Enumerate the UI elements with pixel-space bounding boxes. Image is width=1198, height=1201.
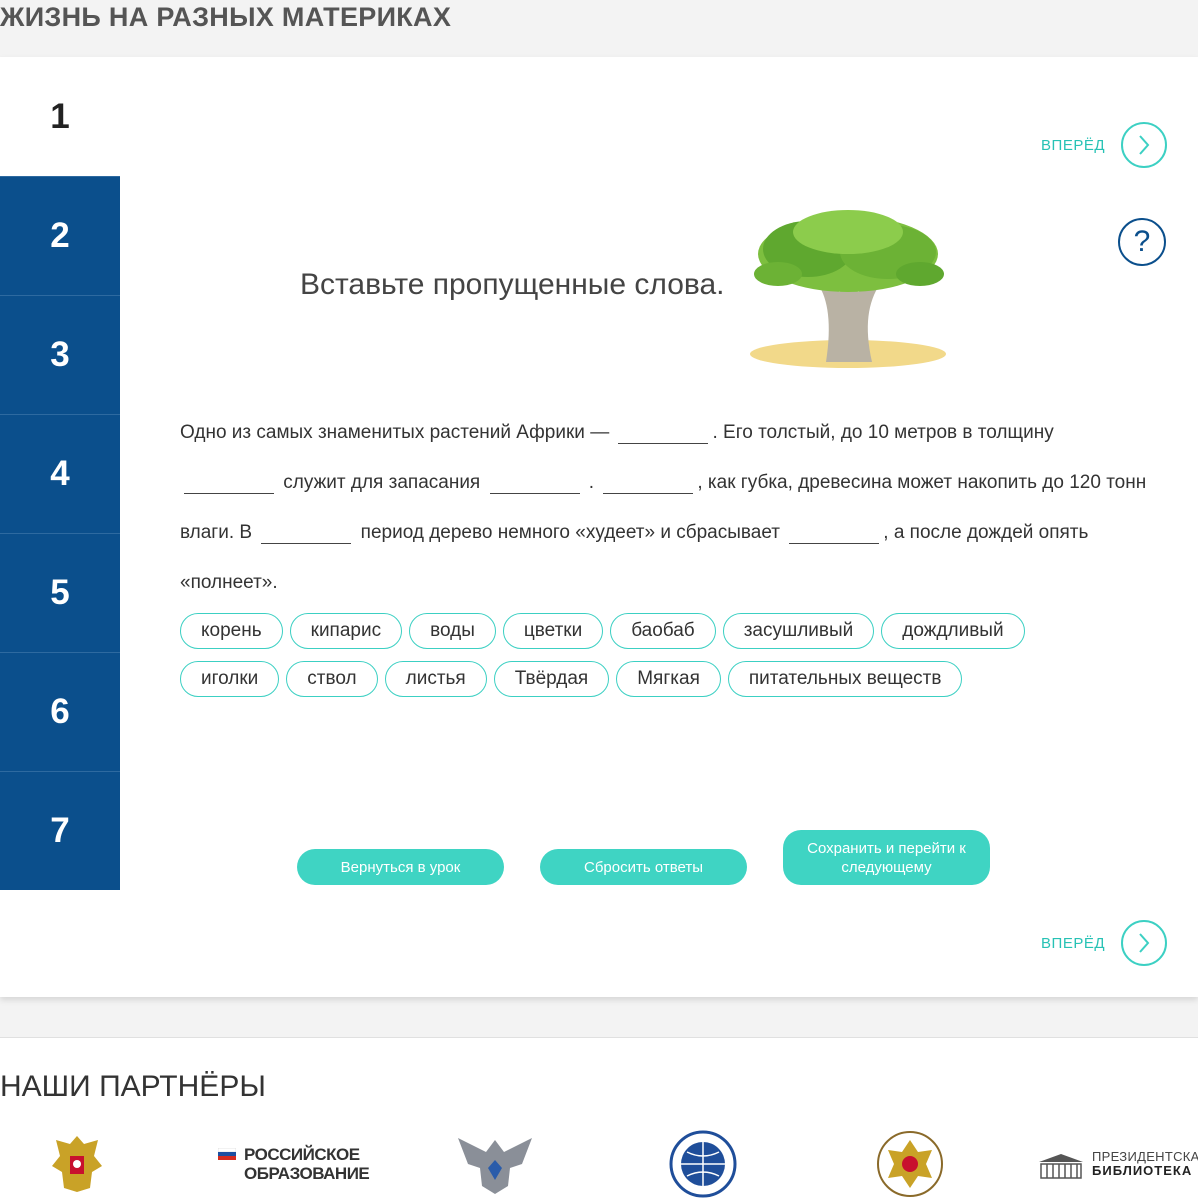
text-segment: служит для запасания <box>283 472 481 493</box>
step-1[interactable]: 1 <box>0 57 120 176</box>
baobab-tree-image <box>750 210 946 368</box>
word-chip[interactable]: дождливый <box>881 613 1025 649</box>
word-chip[interactable]: воды <box>409 613 496 649</box>
text-segment: Одно из самых знаменитых растений Африки… <box>180 422 610 443</box>
step-sidebar: 1 2 3 4 5 6 7 <box>0 57 120 890</box>
step-2[interactable]: 2 <box>0 176 120 295</box>
next-label: ВПЕРЁД <box>1041 136 1105 154</box>
next-link-bottom[interactable]: ВПЕРЁД <box>1041 920 1167 966</box>
text-segment: . <box>588 472 595 493</box>
back-to-lesson-button[interactable]: Вернуться в урок <box>297 849 504 885</box>
presidential-library-line-2: БИБЛИОТЕКА <box>1092 1163 1193 1178</box>
word-chip[interactable]: цветки <box>502 613 604 649</box>
word-chip[interactable]: кипарис <box>289 613 403 649</box>
save-and-next-button[interactable]: Сохранить и перейти к следующему <box>783 830 990 885</box>
answer-blank-5[interactable] <box>261 521 352 544</box>
geographic-society-logo[interactable] <box>665 1130 741 1198</box>
word-chip[interactable]: иголки <box>180 661 280 697</box>
word-chip[interactable]: засушливый <box>722 613 875 649</box>
word-chip[interactable]: листья <box>384 661 487 697</box>
russia-coat-of-arms-logo[interactable] <box>48 1132 106 1194</box>
word-chip[interactable]: ствол <box>286 661 378 697</box>
answer-blank-1[interactable] <box>618 421 709 444</box>
answer-blank-6[interactable] <box>789 521 880 544</box>
word-chip[interactable]: Твёрдая <box>493 661 610 697</box>
text-segment: , как губка, древесина может накопить до… <box>697 472 1147 493</box>
military-historical-society-logo[interactable] <box>872 1130 948 1198</box>
step-6[interactable]: 6 <box>0 652 120 771</box>
reset-answers-button[interactable]: Сбросить ответы <box>540 849 747 885</box>
step-5[interactable]: 5 <box>0 533 120 652</box>
word-chip[interactable]: баобаб <box>610 613 716 649</box>
text-segment: влаги. В <box>180 522 253 543</box>
chevron-right-icon[interactable] <box>1121 122 1167 168</box>
answer-blank-4[interactable] <box>603 471 694 494</box>
exercise-text: Одно из самых знаменитых растений Африки… <box>180 408 1170 608</box>
step-3[interactable]: 3 <box>0 295 120 414</box>
partners-title: НАШИ ПАРТНЁРЫ <box>0 1070 266 1103</box>
presidential-library-logo[interactable]: ПРЕЗИДЕНТСКАЯ БИБЛИОТЕКА <box>1037 1149 1198 1179</box>
russian-education-logo[interactable]: РОССИЙСКОЕ ОБРАЗОВАНИЕ <box>218 1145 370 1183</box>
chevron-right-icon[interactable] <box>1121 920 1167 966</box>
help-icon[interactable]: ? <box>1118 218 1166 266</box>
text-segment: , а после дождей опять <box>883 522 1089 543</box>
next-label: ВПЕРЁД <box>1041 934 1105 952</box>
word-chip[interactable]: Мягкая <box>616 661 721 697</box>
word-bank: корень кипарис воды цветки баобаб засушливый д… <box>180 613 1140 709</box>
text-segment: период дерево немного «худеет» и сбрасыв… <box>360 522 780 543</box>
russian-education-line-1: РОССИЙСКОЕ <box>244 1145 360 1164</box>
russian-flag-icon <box>218 1148 236 1160</box>
text-segment: . Его толстый, до 10 метров в толщину <box>712 422 1054 443</box>
answer-blank-3[interactable] <box>489 471 580 494</box>
word-chip[interactable]: корень <box>180 613 283 649</box>
task-title: Вставьте пропущенные слова. <box>300 268 725 301</box>
page-title: ЖИЗНЬ НА РАЗНЫХ МАТЕРИКАХ <box>0 2 452 32</box>
step-7[interactable]: 7 <box>0 771 120 890</box>
ministry-eagle-logo[interactable] <box>452 1134 538 1196</box>
text-segment: «полнеет». <box>180 572 278 593</box>
partners-section <box>0 1037 1198 1201</box>
word-chip[interactable]: питательных веществ <box>727 661 963 697</box>
answer-blank-2[interactable] <box>184 471 274 494</box>
next-link-top[interactable]: ВПЕРЁД <box>1041 122 1167 168</box>
library-building-icon <box>1039 1154 1083 1179</box>
russian-education-line-2: ОБРАЗОВАНИЕ <box>244 1164 370 1183</box>
step-4[interactable]: 4 <box>0 414 120 533</box>
presidential-library-line-1: ПРЕЗИДЕНТСКАЯ <box>1092 1149 1198 1164</box>
